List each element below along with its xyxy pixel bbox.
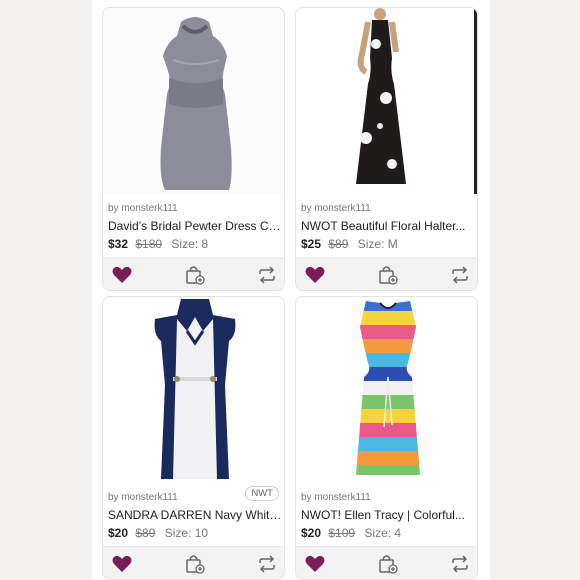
seller-username[interactable]: by monsterk111	[108, 203, 178, 214]
current-price: $32	[108, 237, 129, 251]
like-heart-icon[interactable]	[111, 264, 133, 286]
like-heart-icon[interactable]	[304, 553, 326, 575]
listing-grid: by monsterk111 David’s Bridal Pewter Dre…	[92, 0, 490, 580]
price-row: $20 $89 Size: 10	[108, 526, 208, 540]
add-to-bundle-icon[interactable]	[184, 264, 206, 286]
share-icon[interactable]	[449, 553, 471, 575]
current-price: $20	[301, 526, 322, 540]
size-label: Size: 4	[364, 526, 402, 540]
action-bar	[103, 546, 284, 579]
listing-image[interactable]	[296, 8, 477, 194]
size-label: Size: 8	[171, 237, 209, 251]
listing-title[interactable]: David’s Bridal Pewter Dress Cu...	[108, 219, 282, 233]
action-bar	[296, 546, 477, 579]
size-label: Size: 10	[164, 526, 209, 540]
pewter-dress-photo	[103, 8, 284, 194]
current-price: $20	[108, 526, 129, 540]
original-price: $89	[328, 237, 349, 251]
listing-image[interactable]	[103, 8, 284, 194]
listing-card[interactable]: by monsterk111 NWT SANDRA DARREN Navy Wh…	[102, 296, 285, 580]
listing-image[interactable]	[296, 297, 477, 483]
original-price: $180	[135, 237, 163, 251]
action-bar	[103, 257, 284, 290]
listing-card[interactable]: by monsterk111 NWOT! Ellen Tracy | Color…	[295, 296, 478, 580]
price-row: $25 $89 Size: M	[301, 237, 398, 251]
add-to-bundle-icon[interactable]	[377, 264, 399, 286]
original-price: $89	[135, 526, 156, 540]
price-row: $32 $180 Size: 8	[108, 237, 208, 251]
like-heart-icon[interactable]	[304, 264, 326, 286]
seller-username[interactable]: by monsterk111	[301, 492, 371, 503]
size-label: Size: M	[357, 237, 398, 251]
price-row: $20 $109 Size: 4	[301, 526, 401, 540]
listing-title[interactable]: SANDRA DARREN Navy White...	[108, 508, 282, 522]
share-icon[interactable]	[256, 553, 278, 575]
listing-card[interactable]: by monsterk111 David’s Bridal Pewter Dre…	[102, 7, 285, 291]
listing-title[interactable]: NWOT! Ellen Tracy | Colorful...	[301, 508, 475, 522]
like-heart-icon[interactable]	[111, 553, 133, 575]
original-price: $109	[328, 526, 356, 540]
seller-username[interactable]: by monsterk111	[108, 492, 178, 503]
nwt-badge: NWT	[245, 486, 279, 501]
listing-card[interactable]: by monsterk111 NWOT Beautiful Floral Hal…	[295, 7, 478, 291]
seller-username[interactable]: by monsterk111	[301, 203, 371, 214]
share-icon[interactable]	[449, 264, 471, 286]
add-to-bundle-icon[interactable]	[184, 553, 206, 575]
current-price: $25	[301, 237, 322, 251]
navy-white-dress-photo	[103, 297, 284, 483]
action-bar	[296, 257, 477, 290]
add-to-bundle-icon[interactable]	[377, 553, 399, 575]
listing-image[interactable]	[103, 297, 284, 483]
striped-dress-photo	[296, 297, 477, 483]
listing-title[interactable]: NWOT Beautiful Floral Halter...	[301, 219, 475, 233]
share-icon[interactable]	[256, 264, 278, 286]
floral-maxi-dress-photo	[296, 8, 477, 194]
